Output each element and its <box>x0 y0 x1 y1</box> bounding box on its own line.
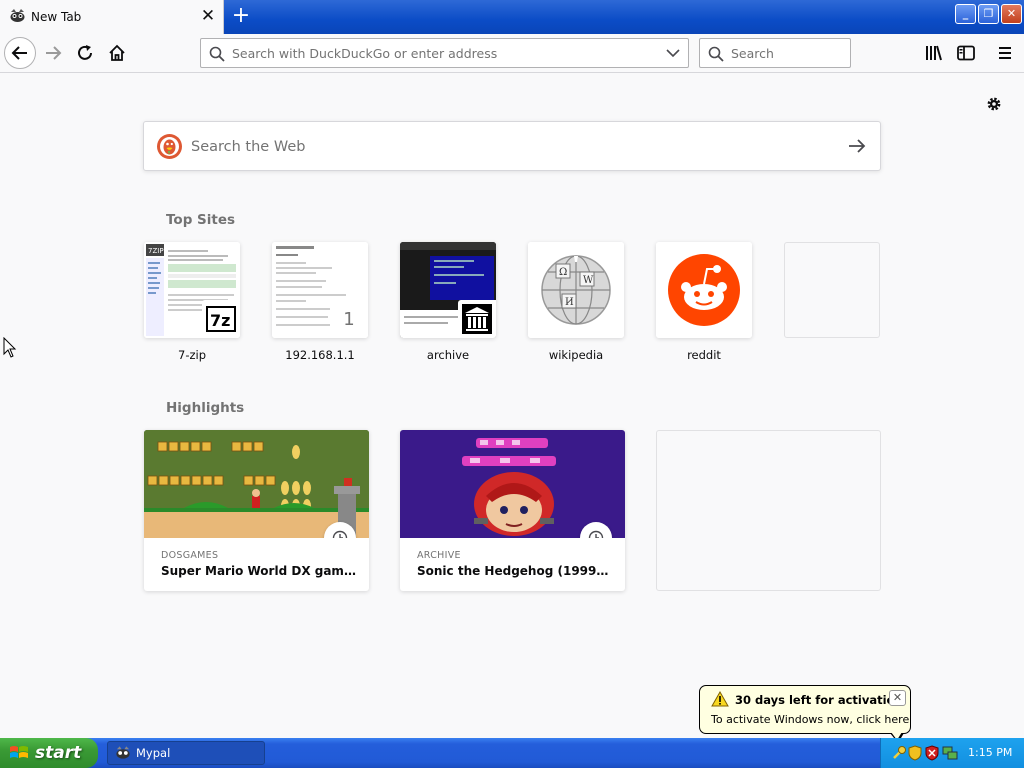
search-bar[interactable] <box>699 38 851 68</box>
top-site-wikipedia[interactable]: Ω W И wikipedia <box>528 242 624 362</box>
web-search-box[interactable] <box>143 121 881 171</box>
back-arrow-icon <box>11 46 27 60</box>
home-button[interactable] <box>102 38 132 68</box>
tab-title: New Tab <box>31 10 82 24</box>
search-icon <box>209 46 225 62</box>
highlight-title: Super Mario World DX game at DOSGames <box>161 564 356 578</box>
wikipedia-globe-icon: Ω W И <box>528 242 624 338</box>
forward-button[interactable] <box>38 38 68 68</box>
arrow-right-icon[interactable] <box>847 136 867 156</box>
top-site-thumbnail: 1 <box>272 242 368 338</box>
web-search-input[interactable] <box>191 136 811 158</box>
sidebar-toggle-button[interactable] <box>951 38 981 68</box>
antivirus-shield-icon[interactable] <box>925 745 939 761</box>
screen: New Tab ✕ + _ ❐ ✕ Search with DuckDuckGo… <box>0 0 1024 768</box>
sidebar-icon <box>957 45 975 61</box>
highlight-title: Sonic the Hedgehog (1999) (MS-DOS) <box>417 564 612 578</box>
taskbar: start Mypal 1:15 PM <box>0 738 1024 768</box>
taskbar-item-mypal[interactable]: Mypal <box>107 741 265 765</box>
top-site-7zip[interactable]: 7ZIP 7z 7-zip <box>144 242 240 362</box>
reddit-icon <box>656 242 752 338</box>
activation-balloon[interactable]: 30 days left for activation To activate … <box>699 685 911 734</box>
highlight-thumbnail <box>400 430 625 538</box>
highlight-card-dosgames[interactable]: DOSGAMES Super Mario World DX game at DO… <box>144 430 369 591</box>
library-icon <box>926 45 942 61</box>
hamburger-menu-icon <box>999 47 1011 59</box>
new-tab-button[interactable]: + <box>230 5 252 27</box>
url-input[interactable] <box>232 45 652 62</box>
top-site-thumbnail <box>656 242 752 338</box>
home-icon <box>109 44 125 61</box>
svg-text:7ZIP: 7ZIP <box>148 247 164 255</box>
site-badge: 1 <box>330 300 368 338</box>
warning-icon <box>711 691 729 707</box>
highlight-source: DOSGAMES <box>161 550 219 561</box>
svg-text:7z: 7z <box>210 311 230 330</box>
navigation-bar <box>0 34 1024 73</box>
mouse-cursor-icon <box>3 337 17 358</box>
top-site-archive[interactable]: archive <box>400 242 496 362</box>
site-badge-text: 1 <box>343 308 355 330</box>
top-sites-heading: Top Sites <box>166 212 236 228</box>
network-connection-icon[interactable] <box>942 745 958 761</box>
svg-text:W: W <box>583 275 594 286</box>
top-site-reddit[interactable]: reddit <box>656 242 752 362</box>
gear-icon[interactable] <box>985 95 1003 113</box>
7z-icon: 7z <box>202 300 240 338</box>
highlight-empty-slot <box>656 430 881 591</box>
tab-close-icon[interactable]: ✕ <box>200 7 216 25</box>
svg-text:Ω: Ω <box>559 267 567 278</box>
top-site-label: archive <box>426 348 470 362</box>
start-button[interactable]: start <box>0 738 98 768</box>
balloon-title: 30 days left for activation <box>735 693 903 707</box>
taskbar-clock: 1:15 PM <box>968 746 1013 759</box>
top-site-label: wikipedia <box>548 348 604 362</box>
windows-logo-icon <box>10 746 28 758</box>
highlight-thumbnail <box>144 430 369 538</box>
balloon-close-button[interactable]: ✕ <box>889 690 906 706</box>
mypal-app-icon <box>116 746 130 759</box>
tab-new-tab[interactable]: New Tab ✕ <box>0 0 224 34</box>
top-site-thumbnail: Ω W И <box>528 242 624 338</box>
security-shield-icon[interactable] <box>908 745 922 761</box>
title-bar: New Tab ✕ + _ ❐ ✕ <box>0 0 1024 34</box>
top-site-label: 7-zip <box>178 348 206 362</box>
mypal-favicon-icon <box>10 9 25 22</box>
library-button[interactable] <box>919 38 949 68</box>
svg-text:И: И <box>565 297 574 308</box>
network-key-icon[interactable] <box>891 745 907 761</box>
top-site-thumbnail: 7ZIP 7z <box>144 242 240 338</box>
top-site-label: 192.168.1.1 <box>285 348 355 362</box>
highlight-source: ARCHIVE <box>417 550 461 561</box>
search-input[interactable] <box>731 45 841 62</box>
chevron-down-icon[interactable] <box>666 48 680 58</box>
balloon-text[interactable]: To activate Windows now, click here <box>711 713 909 726</box>
taskbar-item-label: Mypal <box>136 746 171 760</box>
archive-columns-icon <box>458 300 496 338</box>
top-site-empty-slot[interactable] <box>784 242 880 348</box>
top-site-thumbnail <box>400 242 496 338</box>
start-label: start <box>35 743 82 763</box>
highlights-heading: Highlights <box>166 400 245 416</box>
reload-button[interactable] <box>70 38 100 68</box>
search-icon <box>708 46 724 62</box>
back-button[interactable] <box>4 37 36 69</box>
duckduckgo-logo-icon <box>157 134 182 159</box>
maximize-button[interactable]: ❐ <box>978 4 999 24</box>
top-site-placeholder <box>784 242 880 338</box>
minimize-button[interactable]: _ <box>955 4 976 24</box>
top-site-label: reddit <box>687 348 721 362</box>
highlight-card-archive[interactable]: ARCHIVE Sonic the Hedgehog (1999) (MS-DO… <box>400 430 625 591</box>
url-bar[interactable] <box>200 38 689 68</box>
menu-button[interactable] <box>990 38 1020 68</box>
close-window-button[interactable]: ✕ <box>1001 4 1022 24</box>
top-site-router[interactable]: 1 192.168.1.1 <box>272 242 368 362</box>
reload-icon <box>78 45 92 60</box>
forward-arrow-icon <box>46 46 62 60</box>
